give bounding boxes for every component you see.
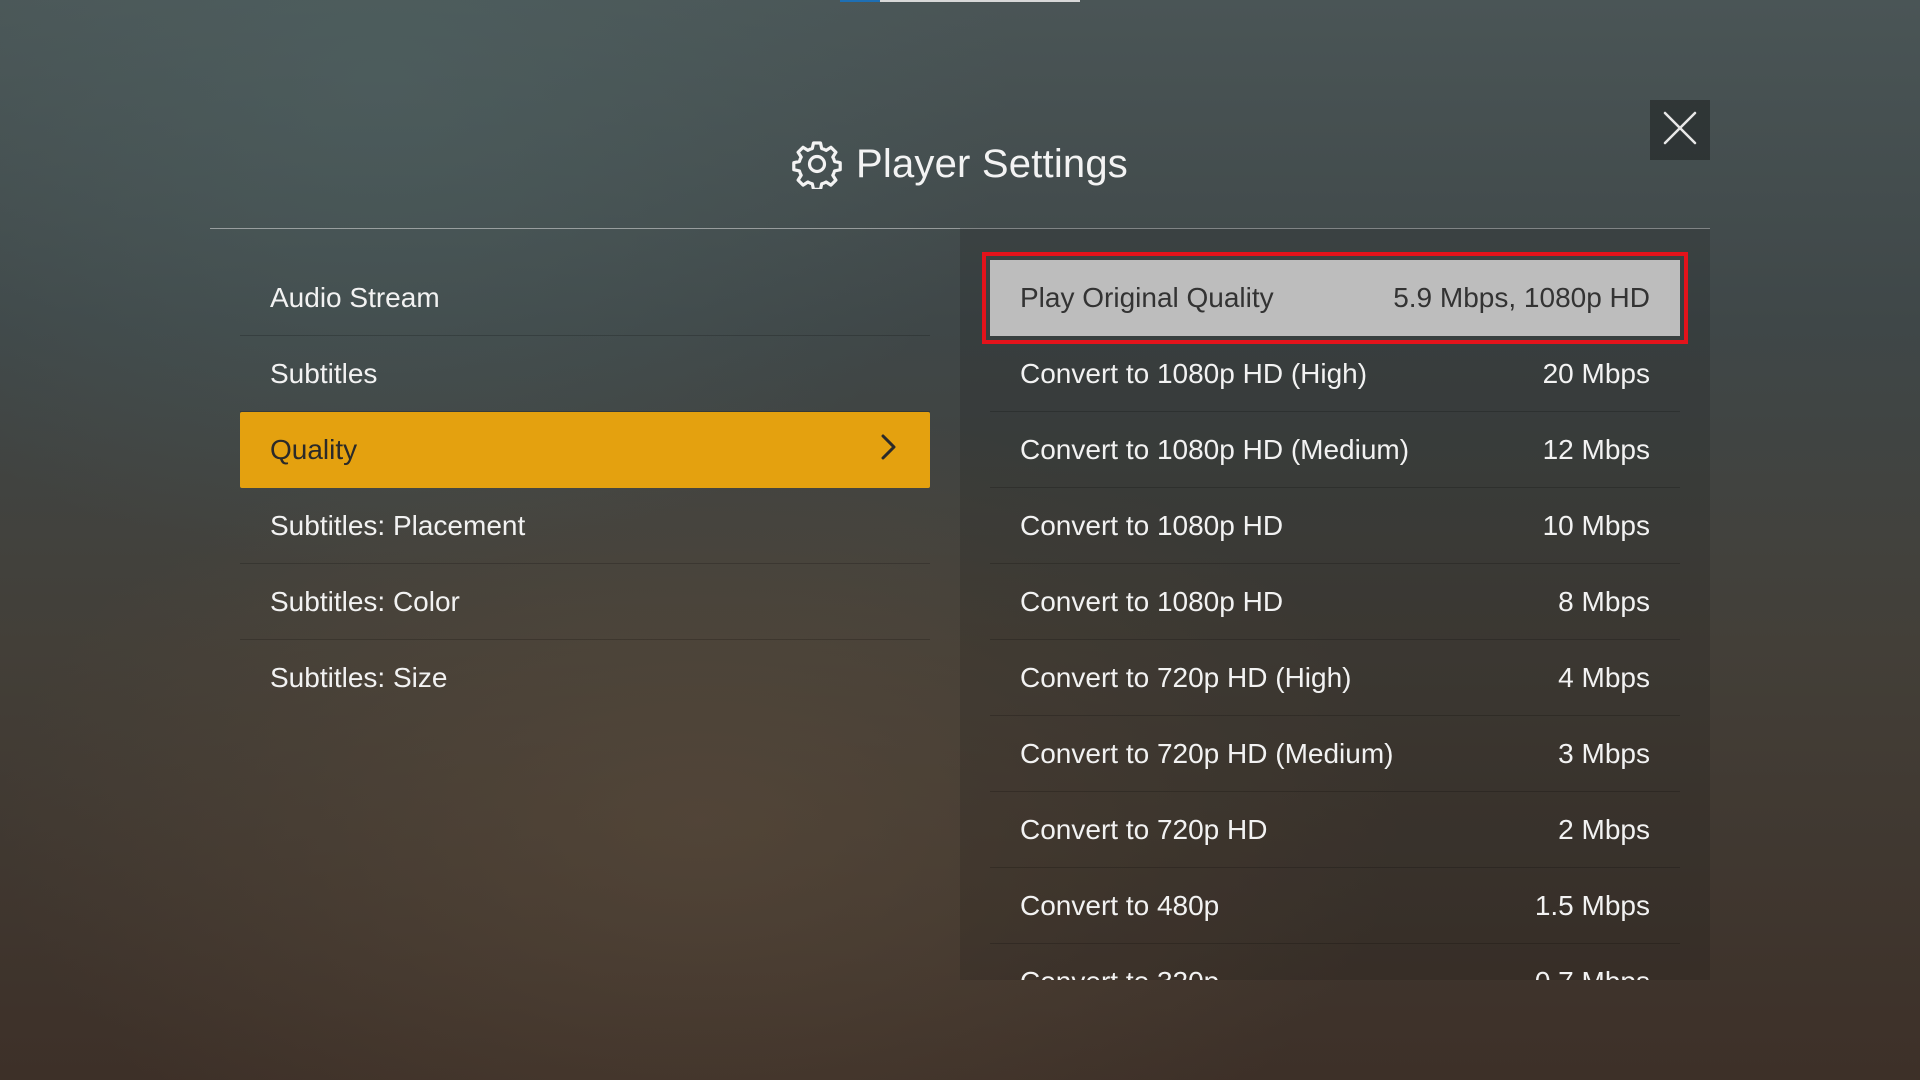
quality-option-label: Convert to 320p <box>1020 966 1219 981</box>
page-title: Player Settings <box>855 141 1129 186</box>
menu-item-subtitles[interactable]: Subtitles <box>240 336 930 412</box>
close-icon <box>1662 110 1698 151</box>
quality-option-1080p-medium[interactable]: Convert to 1080p HD (Medium) 12 Mbps <box>990 412 1680 488</box>
quality-option-1080p-10mbps[interactable]: Convert to 1080p HD 10 Mbps <box>990 488 1680 564</box>
settings-header: Player Settings <box>0 132 1920 196</box>
menu-item-subtitles-color[interactable]: Subtitles: Color <box>240 564 930 640</box>
menu-item-subtitles-size[interactable]: Subtitles: Size <box>240 640 930 716</box>
menu-item-label: Subtitles <box>270 357 378 389</box>
quality-option-bitrate: 12 Mbps <box>1542 433 1650 465</box>
quality-option-label: Convert to 1080p HD <box>1020 509 1284 541</box>
top-progress-bar <box>840 0 1080 2</box>
menu-item-subtitles-placement[interactable]: Subtitles: Placement <box>240 488 930 564</box>
quality-option-bitrate: 4 Mbps <box>1558 661 1650 693</box>
quality-option-bitrate: 5.9 Mbps, 1080p HD <box>1393 282 1650 313</box>
menu-item-label: Audio Stream <box>270 281 440 313</box>
close-button[interactable] <box>1650 100 1710 160</box>
quality-options-list: Play Original Quality 5.9 Mbps, 1080p HD… <box>982 252 1688 981</box>
chevron-right-icon <box>878 432 900 469</box>
quality-option-bitrate: 20 Mbps <box>1542 357 1650 389</box>
menu-item-label: Subtitles: Size <box>270 662 448 693</box>
menu-item-label: Quality <box>270 434 358 465</box>
quality-option-label: Convert to 720p HD (Medium) <box>1020 737 1394 769</box>
menu-item-quality[interactable]: Quality <box>240 412 930 488</box>
quality-option-bitrate: 0.7 Mbps <box>1535 966 1650 981</box>
quality-option-320p[interactable]: Convert to 320p 0.7 Mbps <box>990 944 1680 981</box>
quality-option-original[interactable]: Play Original Quality 5.9 Mbps, 1080p HD <box>982 252 1688 344</box>
quality-option-bitrate: 3 Mbps <box>1558 737 1650 769</box>
quality-option-480p[interactable]: Convert to 480p 1.5 Mbps <box>990 868 1680 944</box>
quality-option-1080p-high[interactable]: Convert to 1080p HD (High) 20 Mbps <box>990 336 1680 412</box>
settings-menu: Audio Stream Subtitles Quality Subtitles… <box>240 260 930 716</box>
quality-option-1080p-8mbps[interactable]: Convert to 1080p HD 8 Mbps <box>990 564 1680 640</box>
quality-option-label: Convert to 1080p HD (Medium) <box>1020 433 1410 465</box>
quality-option-bitrate: 2 Mbps <box>1558 813 1650 845</box>
quality-option-label: Convert to 1080p HD (High) <box>1020 357 1368 389</box>
top-progress-fill <box>840 0 881 2</box>
quality-option-label: Convert to 720p HD (High) <box>1020 661 1352 693</box>
quality-option-label: Convert to 1080p HD <box>1020 585 1284 617</box>
quality-option-label: Convert to 480p <box>1020 889 1220 921</box>
quality-option-label: Convert to 720p HD <box>1020 813 1268 845</box>
quality-options-panel[interactable]: Play Original Quality 5.9 Mbps, 1080p HD… <box>960 228 1710 980</box>
quality-option-bitrate: 10 Mbps <box>1542 509 1650 541</box>
gear-icon <box>792 139 842 189</box>
menu-item-audio-stream[interactable]: Audio Stream <box>240 260 930 336</box>
quality-option-720p-high[interactable]: Convert to 720p HD (High) 4 Mbps <box>990 640 1680 716</box>
quality-option-720p-medium[interactable]: Convert to 720p HD (Medium) 3 Mbps <box>990 716 1680 792</box>
menu-item-label: Subtitles: Placement <box>270 509 526 541</box>
quality-option-bitrate: 1.5 Mbps <box>1534 889 1650 921</box>
quality-option-720p[interactable]: Convert to 720p HD 2 Mbps <box>990 792 1680 868</box>
menu-item-label: Subtitles: Color <box>270 585 460 617</box>
quality-option-label: Play Original Quality <box>1020 282 1274 313</box>
quality-option-bitrate: 8 Mbps <box>1558 585 1650 617</box>
